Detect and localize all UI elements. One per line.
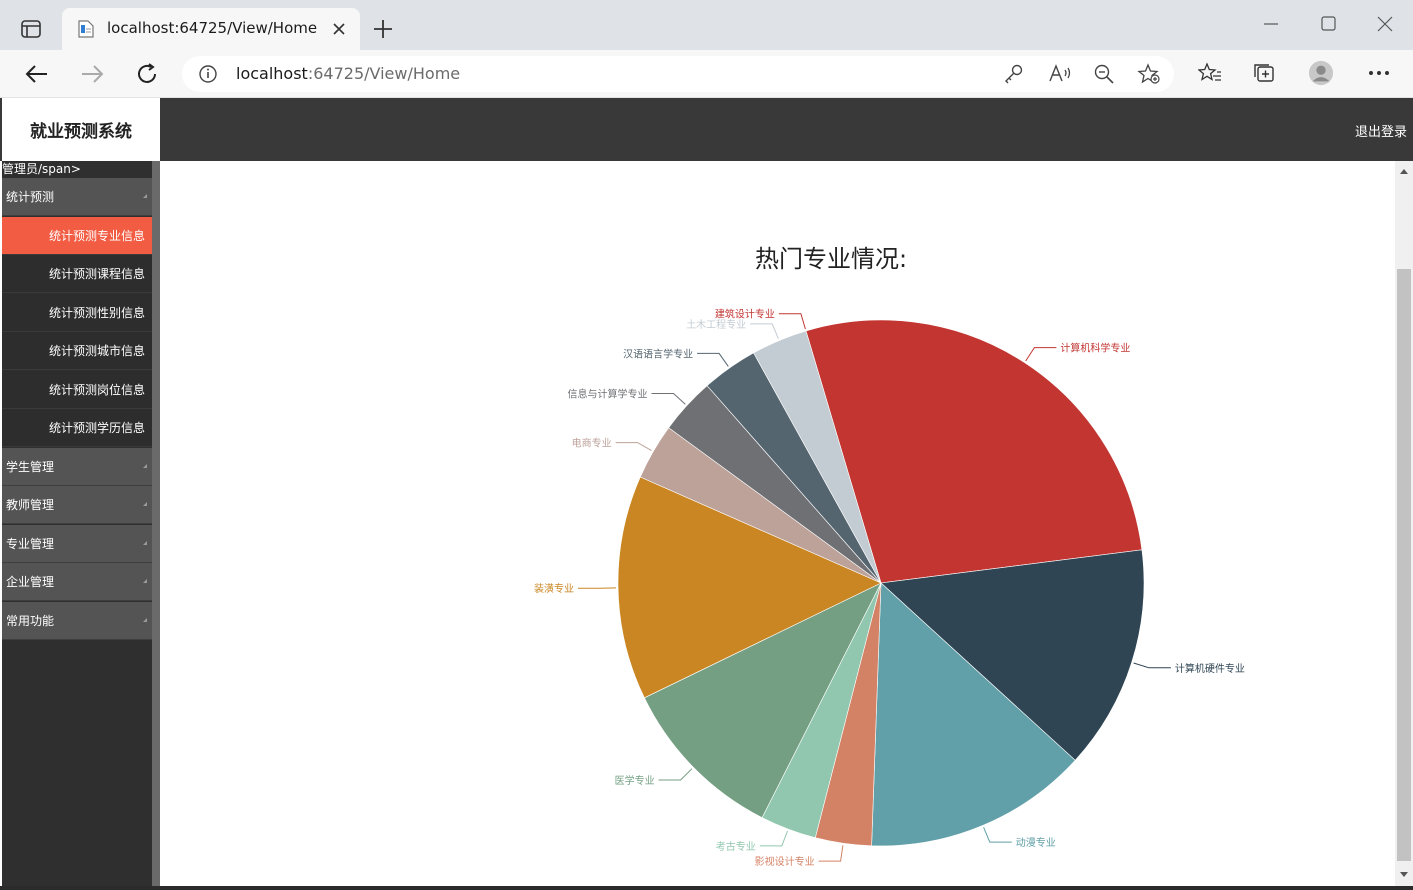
pie-label: 影视设计专业 [755,855,815,868]
menu-item-education-stats[interactable]: 统计预测学历信息 [2,409,152,447]
address-bar[interactable]: localhost:64725/View/Home [182,56,1174,92]
menu-item-course-stats[interactable]: 统计预测课程信息 [2,255,152,293]
menu-group-label: 教师管理 [6,498,55,512]
close-window-icon[interactable] [1370,10,1400,38]
menu-group-majors[interactable]: 专业管理 [2,525,152,563]
maximize-icon[interactable] [1314,10,1344,38]
menu-group-stats[interactable]: 统计预测 [2,178,152,216]
scrollbar-thumb[interactable] [1397,269,1411,861]
pie-label-line [759,830,788,847]
pie-label-line [1025,347,1057,362]
close-tab-icon[interactable] [330,20,348,38]
page-favicon-icon [78,20,94,38]
menu-group-label: 学生管理 [6,460,55,474]
main-content: 热门专业情况: 计算机科学专业 计算机硬件专业 动漫专业 影视设计专业 考古专业 医学专业… [160,161,1395,886]
tab-actions-icon[interactable] [14,14,48,44]
menu-group-label: 常用功能 [6,614,55,628]
pie-label: 汉语语言学专业 [623,347,693,360]
pie-label: 建筑设计专业 [715,308,775,321]
app-header [0,98,1413,161]
browser-toolbar: localhost:64725/View/Home [0,50,1413,98]
taskbar-strip [0,886,1413,890]
expand-arrow-icon [143,464,147,468]
read-aloud-icon[interactable] [1048,63,1072,85]
menu-group-teachers[interactable]: 教师管理 [2,486,152,524]
tab-title: localhost:64725/View/Home [107,19,318,37]
pie-label-line [651,393,686,405]
menu-item-city-stats[interactable]: 统计预测城市信息 [2,332,152,370]
scroll-down-icon[interactable] [1399,871,1409,879]
pie-label: 医学专业 [615,774,655,787]
forward-icon[interactable] [76,59,108,89]
pie-label-line [615,442,652,452]
more-options-icon[interactable] [1366,60,1392,86]
menu-item-major-stats[interactable]: 统计预测专业信息 [2,217,152,255]
browser-tab-bar: localhost:64725/View/Home [0,0,1413,50]
expand-arrow-icon [143,502,147,506]
menu-group-label: 统计预测 [6,190,55,204]
sidebar: 管理员/span> 统计预测 统计预测专业信息 统计预测课程信息 统计预测性别信… [2,161,152,890]
app-logo: 就业预测系统 [2,98,160,161]
pie-label: 电商专业 [572,437,612,450]
logout-link[interactable]: 退出登录 [1355,121,1407,140]
menu-item-position-stats[interactable]: 统计预测岗位信息 [2,371,152,409]
pie-label: 计算机硬件专业 [1175,662,1245,675]
pie-label: 动漫专业 [1016,836,1056,849]
menu-item-gender-stats[interactable]: 统计预测性别信息 [2,294,152,332]
pie-label: 装潢专业 [534,582,574,595]
menu-group-companies[interactable]: 企业管理 [2,563,152,601]
new-tab-icon[interactable] [370,16,396,42]
add-favorite-icon[interactable] [1137,63,1161,85]
collections-icon[interactable] [1252,60,1278,86]
sidebar-divider [152,161,160,890]
pie-chart: 计算机科学专业计算机硬件专业动漫专业影视设计专业 考古专业 医学专业 装潢专业 电商专业… [534,308,1245,868]
vertical-scrollbar[interactable] [1395,161,1413,886]
user-role-label: 管理员/span> [2,161,152,178]
profile-avatar-icon[interactable] [1308,60,1334,86]
pie-label: 考古专业 [716,840,756,853]
expand-arrow-icon [143,541,147,545]
menu-group-students[interactable]: 学生管理 [2,448,152,486]
expand-arrow-icon [143,194,147,198]
app-title: 就业预测系统 [30,122,132,142]
zoom-out-icon[interactable] [1092,63,1116,85]
browser-tab[interactable]: localhost:64725/View/Home [62,8,360,50]
pie-label-line [778,313,806,330]
pie-label-line [697,352,729,367]
pie-label: 信息与计算学专业 [568,388,648,401]
pie-label-line [750,323,779,339]
pie-label-line [983,827,1012,843]
pie-label: 计算机科学专业 [1060,342,1130,355]
minimize-icon[interactable] [1256,10,1286,38]
pie-label-line [818,845,844,862]
back-icon[interactable] [21,59,53,89]
favorites-icon[interactable] [1197,60,1223,86]
menu-group-label: 企业管理 [6,575,55,589]
expand-arrow-icon [143,618,147,622]
key-icon[interactable] [1002,63,1026,85]
scroll-up-icon[interactable] [1399,167,1409,175]
menu-group-label: 专业管理 [6,537,55,551]
pie-label-line [1133,662,1171,669]
expand-arrow-icon [143,579,147,583]
refresh-icon[interactable] [131,59,163,89]
pie-label-line [658,768,693,781]
site-info-icon[interactable] [198,64,218,84]
menu-group-common[interactable]: 常用功能 [2,602,152,640]
url-text: localhost:64725/View/Home [236,64,461,83]
